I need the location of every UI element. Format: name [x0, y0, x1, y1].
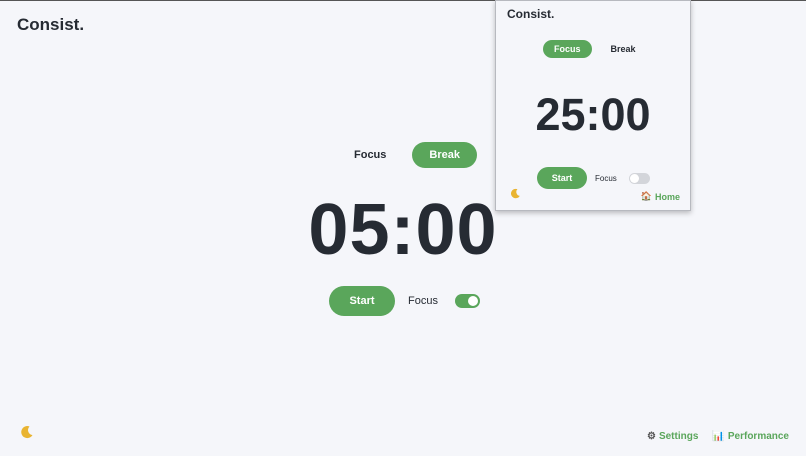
- mode-break-button[interactable]: Break: [412, 142, 477, 168]
- popup-timer-display: 25:00: [535, 89, 651, 140]
- popup-moon-icon[interactable]: [510, 188, 521, 202]
- popup-focus-toggle-knob: [629, 173, 639, 183]
- popup-focus-toggle-label: Focus: [595, 173, 617, 183]
- popup-mode-focus-button[interactable]: Focus: [543, 40, 592, 58]
- popup-start-button[interactable]: Start: [537, 167, 587, 189]
- start-button[interactable]: Start: [329, 286, 395, 316]
- footer-links: ⚙ Settings 📊 Performance: [633, 431, 789, 442]
- gear-icon: ⚙: [646, 431, 656, 442]
- performance-label: Performance: [727, 431, 789, 442]
- moon-icon-graphic: [21, 426, 33, 439]
- mode-focus-button[interactable]: Focus: [340, 142, 400, 168]
- mode-toggle: Focus Break: [340, 142, 477, 168]
- home-icon: 🏠: [640, 191, 652, 201]
- timer-controls: Start Focus: [329, 286, 480, 316]
- performance-link[interactable]: 📊 Performance: [712, 431, 789, 442]
- popup-home-link[interactable]: 🏠 Home: [641, 191, 680, 202]
- app-brand[interactable]: Consist.: [17, 15, 84, 35]
- moon-icon[interactable]: [20, 425, 34, 442]
- focus-toggle-label: Focus: [408, 295, 438, 307]
- bar-chart-icon: 📊: [712, 431, 725, 442]
- settings-label: Settings: [658, 431, 699, 442]
- popup-home-label: Home: [654, 191, 680, 202]
- focus-toggle[interactable]: [454, 294, 480, 308]
- popup-moon-icon-graphic: [510, 188, 520, 199]
- popup-focus-toggle[interactable]: [628, 172, 650, 184]
- popup-brand: Consist.: [507, 7, 555, 21]
- popup-mode-break-button[interactable]: Break: [600, 40, 647, 58]
- extension-popup: Consist. Focus Break 25:00 Start Focus 🏠…: [495, 0, 691, 211]
- focus-toggle-knob: [467, 296, 478, 306]
- popup-mode-toggle: Focus Break: [543, 40, 647, 58]
- popup-timer-controls: Start Focus: [537, 167, 650, 189]
- settings-link[interactable]: ⚙ Settings: [647, 431, 698, 442]
